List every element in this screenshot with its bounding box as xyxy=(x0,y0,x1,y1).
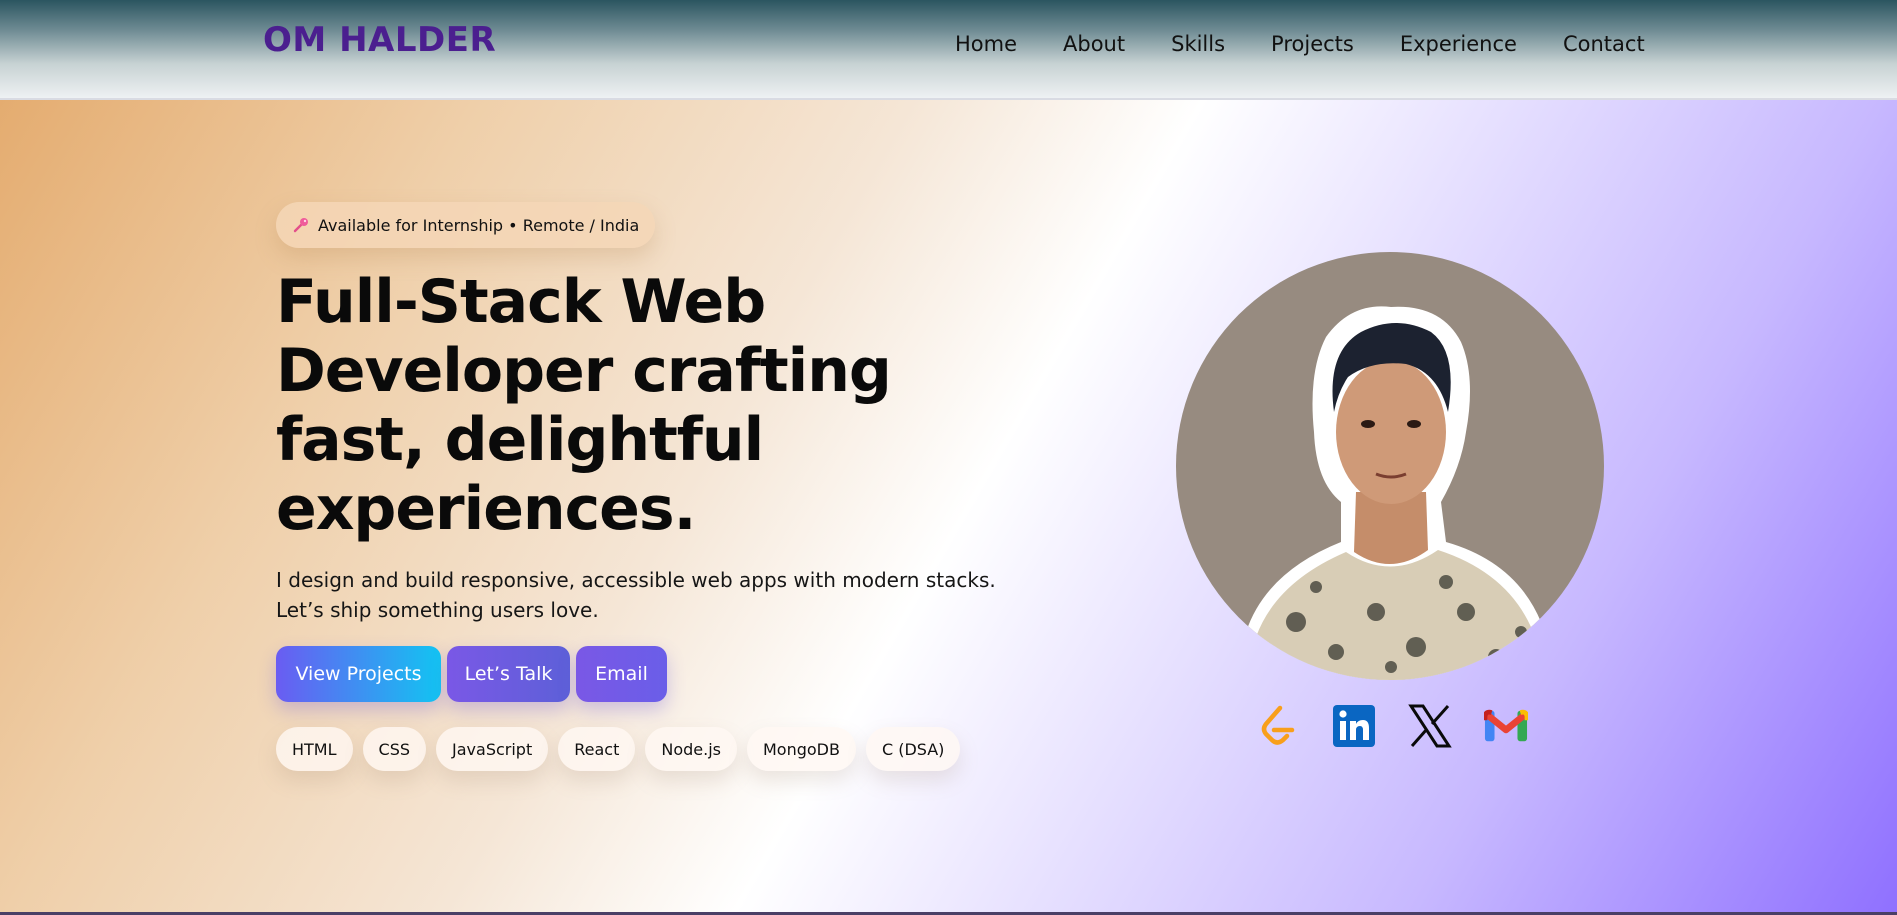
lets-talk-button[interactable]: Let’s Talk xyxy=(447,646,570,702)
leetcode-icon[interactable] xyxy=(1256,704,1300,748)
portfolio-page: OM HALDER Home About Skills Projects Exp… xyxy=(0,0,1897,915)
nav-link-skills[interactable]: Skills xyxy=(1171,32,1225,56)
x-icon[interactable] xyxy=(1408,704,1452,748)
nav-link-about[interactable]: About xyxy=(1063,32,1125,56)
skill-tag-html: HTML xyxy=(276,727,353,771)
availability-text: Available for Internship • Remote / Indi… xyxy=(318,215,640,235)
hero-headline: Full-Stack Web Developer crafting fast, … xyxy=(276,267,892,544)
nav-link-projects[interactable]: Projects xyxy=(1271,32,1354,56)
nav-links: Home About Skills Projects Experience Co… xyxy=(955,32,1645,56)
skill-tag-c-dsa: C (DSA) xyxy=(865,727,961,771)
pin-icon xyxy=(292,216,310,234)
skill-tag-nodejs: Node.js xyxy=(645,727,737,771)
skill-tag-react: React xyxy=(558,727,636,771)
hero-subtext: I design and build responsive, accessibl… xyxy=(276,568,996,622)
nav-link-home[interactable]: Home xyxy=(955,32,1017,56)
profile-photo xyxy=(1176,252,1604,680)
nav-link-experience[interactable]: Experience xyxy=(1400,32,1517,56)
brand-logo[interactable]: OM HALDER xyxy=(263,20,496,60)
skill-tag-mongodb: MongoDB xyxy=(746,727,856,771)
social-links xyxy=(1256,704,1528,748)
linkedin-icon[interactable] xyxy=(1332,704,1376,748)
navbar: OM HALDER Home About Skills Projects Exp… xyxy=(0,0,1897,100)
view-projects-button[interactable]: View Projects xyxy=(276,646,441,702)
skill-tag-javascript: JavaScript xyxy=(436,727,549,771)
skill-tag-css: CSS xyxy=(362,727,427,771)
availability-badge: Available for Internship • Remote / Indi… xyxy=(276,202,656,248)
email-button[interactable]: Email xyxy=(576,646,667,702)
nav-link-contact[interactable]: Contact xyxy=(1563,32,1645,56)
profile-photo-illustration xyxy=(1236,306,1561,680)
skill-tags: HTML CSS JavaScript React Node.js MongoD… xyxy=(276,727,961,771)
gmail-icon[interactable] xyxy=(1484,704,1528,748)
cta-buttons: View Projects Let’s Talk Email xyxy=(276,646,667,702)
